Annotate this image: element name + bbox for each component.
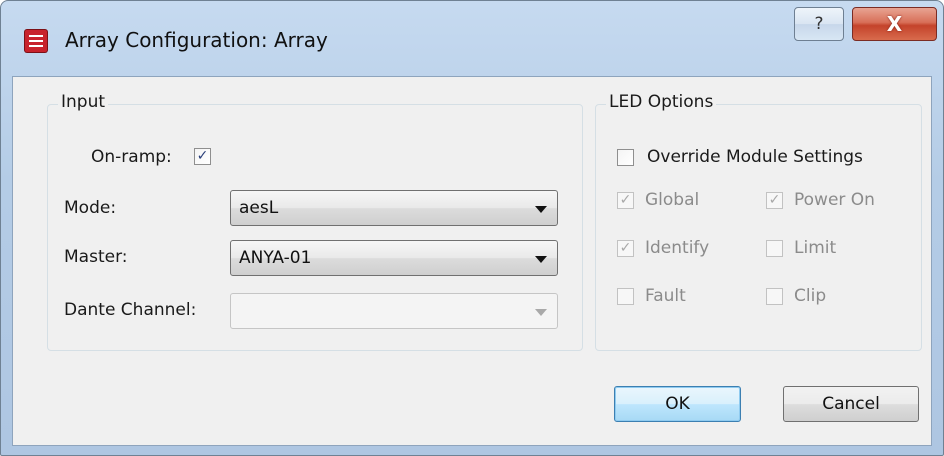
clip-checkbox[interactable] bbox=[766, 288, 783, 305]
ok-button[interactable]: OK bbox=[614, 386, 741, 422]
master-select[interactable]: ANYA-01 bbox=[230, 240, 558, 276]
master-select-value: ANYA-01 bbox=[239, 248, 312, 268]
power-on-label: Power On bbox=[794, 190, 875, 210]
on-ramp-checkbox[interactable]: ✓ bbox=[194, 148, 211, 165]
title-bar[interactable]: Array Configuration: Array ? X bbox=[1, 1, 943, 81]
chevron-down-icon bbox=[535, 256, 547, 263]
dante-channel-label: Dante Channel: bbox=[64, 300, 197, 320]
app-logo-icon bbox=[25, 30, 47, 52]
checkmark-icon: ✓ bbox=[768, 192, 781, 208]
global-label: Global bbox=[645, 190, 700, 210]
help-button[interactable]: ? bbox=[794, 7, 844, 41]
on-ramp-label: On-ramp: bbox=[91, 147, 172, 167]
clip-label: Clip bbox=[794, 286, 827, 306]
checkmark-icon: ✓ bbox=[196, 148, 209, 164]
limit-label: Limit bbox=[794, 238, 837, 258]
mode-select-value: aesL bbox=[239, 198, 279, 218]
cancel-button[interactable]: Cancel bbox=[783, 386, 919, 422]
window-title: Array Configuration: Array bbox=[65, 28, 328, 52]
close-button[interactable]: X bbox=[852, 7, 937, 41]
led-options-group: LED Options bbox=[595, 92, 922, 351]
chevron-down-icon bbox=[535, 206, 547, 213]
power-on-checkbox[interactable]: ✓ bbox=[766, 192, 783, 209]
mode-select[interactable]: aesL bbox=[230, 190, 558, 226]
dialog-body: Input On-ramp: ✓ Mode: aesL Master: ANYA… bbox=[12, 76, 932, 446]
override-module-settings-checkbox[interactable] bbox=[617, 149, 634, 166]
global-checkbox[interactable]: ✓ bbox=[617, 192, 634, 209]
override-module-settings-label: Override Module Settings bbox=[647, 147, 863, 167]
checkmark-icon: ✓ bbox=[619, 192, 632, 208]
dante-channel-select[interactable] bbox=[230, 293, 558, 329]
input-group-title: Input bbox=[58, 92, 109, 112]
chevron-down-icon bbox=[535, 309, 547, 316]
led-options-group-title: LED Options bbox=[606, 92, 717, 112]
master-label: Master: bbox=[64, 247, 128, 267]
mode-label: Mode: bbox=[64, 198, 117, 218]
fault-checkbox[interactable] bbox=[617, 288, 634, 305]
checkmark-icon: ✓ bbox=[619, 240, 632, 256]
dialog-window: Array Configuration: Array ? X Input On-… bbox=[0, 0, 944, 456]
limit-checkbox[interactable] bbox=[766, 240, 783, 257]
identify-checkbox[interactable]: ✓ bbox=[617, 240, 634, 257]
identify-label: Identify bbox=[645, 238, 710, 258]
fault-label: Fault bbox=[645, 286, 686, 306]
